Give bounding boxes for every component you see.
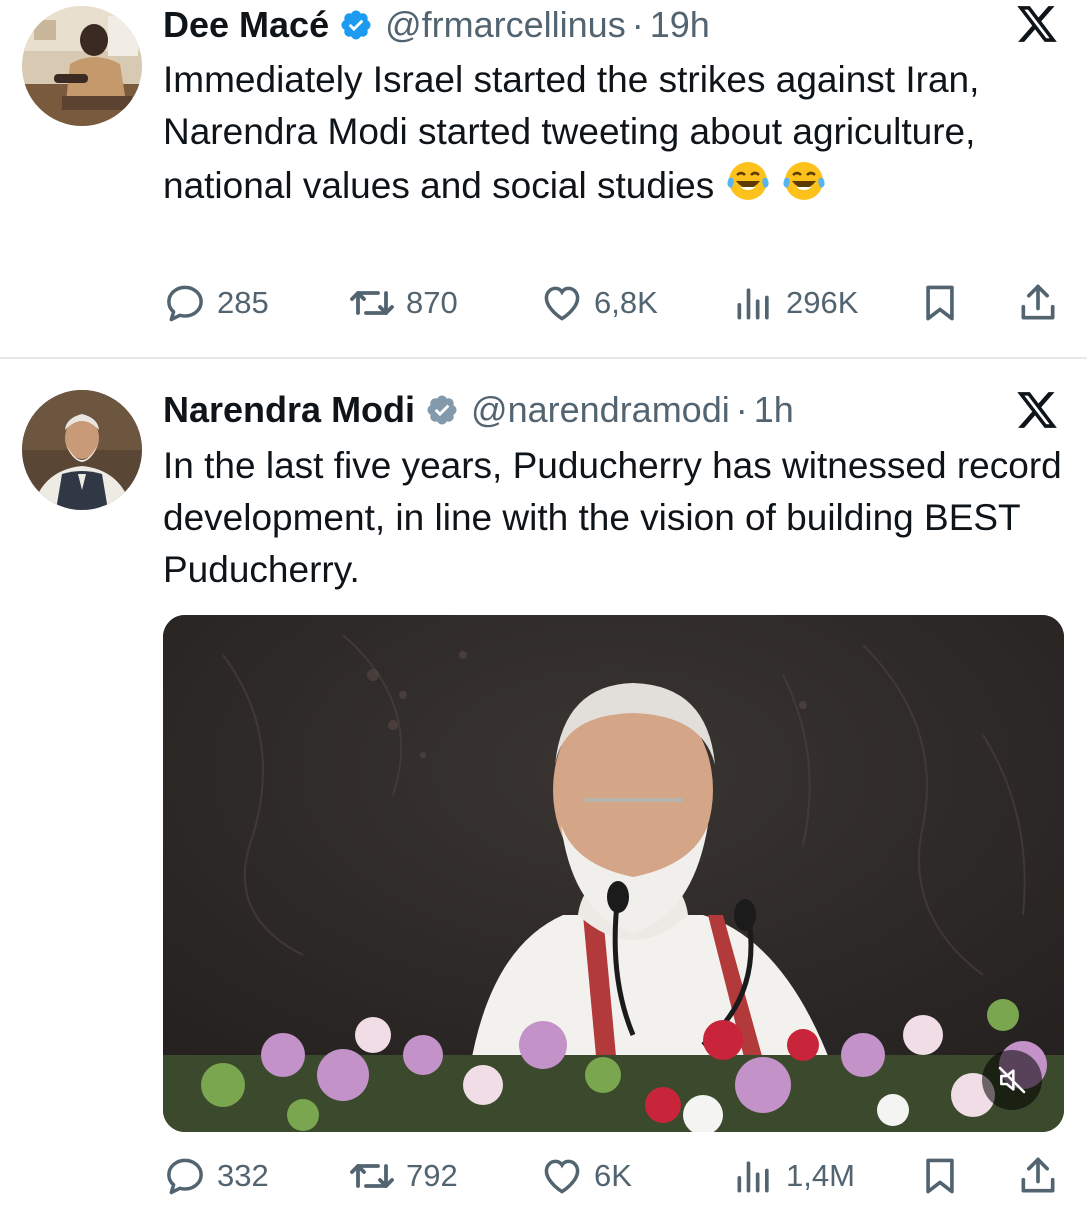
speaker-muted-icon — [998, 1066, 1026, 1094]
bar-chart-icon — [737, 1161, 769, 1193]
laughing-tears-emoji-icon — [725, 158, 771, 204]
share-button[interactable] — [1016, 273, 1070, 333]
reply-bubble-icon — [167, 1158, 203, 1195]
repost-arrows-icon — [350, 291, 394, 315]
tweet-actions: 332 792 6K 1,4M — [0, 1146, 1087, 1206]
verified-badge-icon — [425, 393, 459, 427]
repost-count: 870 — [406, 285, 458, 320]
bookmark-icon — [926, 285, 954, 321]
repost-button[interactable]: 792 — [348, 1146, 458, 1206]
tweet-text: In the last five years, Puducherry has w… — [163, 445, 1062, 590]
like-count: 6,8K — [594, 285, 658, 320]
timestamp[interactable]: 19h — [650, 4, 710, 46]
verified-badge-icon — [339, 8, 373, 42]
tweet-card[interactable]: Dee Macé @frmarcellinus · 19h Immediatel… — [0, 0, 1087, 358]
views-button[interactable]: 296K — [732, 273, 858, 333]
video-player[interactable] — [163, 615, 1064, 1132]
tweet-card[interactable]: Narendra Modi @narendramodi · 1h In the … — [0, 360, 1087, 1200]
bookmark-button[interactable] — [918, 273, 972, 333]
bar-chart-icon — [737, 288, 769, 320]
bookmark-icon — [926, 1158, 954, 1194]
reply-count: 285 — [217, 285, 269, 320]
video-frame — [163, 615, 1064, 1132]
reply-button[interactable]: 332 — [163, 1146, 269, 1206]
author-name[interactable]: Narendra Modi — [163, 389, 415, 431]
reply-button[interactable]: 285 — [163, 273, 269, 333]
repost-button[interactable]: 870 — [348, 273, 458, 333]
repost-arrows-icon — [350, 1164, 394, 1188]
share-upload-icon — [1021, 284, 1055, 320]
x-logo-icon — [1014, 2, 1064, 48]
like-count: 6K — [594, 1158, 632, 1193]
avatar[interactable] — [22, 6, 142, 126]
separator-dot: · — [735, 389, 748, 430]
tweet-actions: 285 870 6,8K 296K — [0, 273, 1087, 333]
like-button[interactable]: 6K — [540, 1146, 632, 1206]
reply-count: 332 — [217, 1158, 269, 1193]
timestamp[interactable]: 1h — [754, 389, 794, 431]
tweet-body: Immediately Israel started the strikes a… — [163, 59, 980, 206]
tweet-text: Immediately Israel started the strikes a… — [163, 54, 1068, 212]
laughing-tears-emoji-icon — [781, 158, 827, 204]
share-button[interactable] — [1016, 1146, 1070, 1206]
avatar[interactable] — [22, 390, 142, 510]
heart-icon — [544, 1159, 580, 1194]
like-button[interactable]: 6,8K — [540, 273, 658, 333]
share-upload-icon — [1021, 1157, 1055, 1193]
author-handle[interactable]: @frmarcellinus — [385, 4, 626, 46]
repost-count: 792 — [406, 1158, 458, 1193]
mute-button[interactable] — [982, 1050, 1042, 1110]
heart-icon — [544, 286, 580, 321]
reply-bubble-icon — [167, 285, 203, 322]
x-logo-icon — [1014, 388, 1064, 434]
views-count: 1,4M — [786, 1158, 855, 1193]
author-handle[interactable]: @narendramodi — [471, 389, 730, 431]
separator-dot: · — [631, 4, 644, 45]
views-button[interactable]: 1,4M — [732, 1146, 855, 1206]
bookmark-button[interactable] — [918, 1146, 972, 1206]
views-count: 296K — [786, 285, 859, 320]
author-name[interactable]: Dee Macé — [163, 4, 329, 46]
tweet-divider — [0, 357, 1087, 359]
